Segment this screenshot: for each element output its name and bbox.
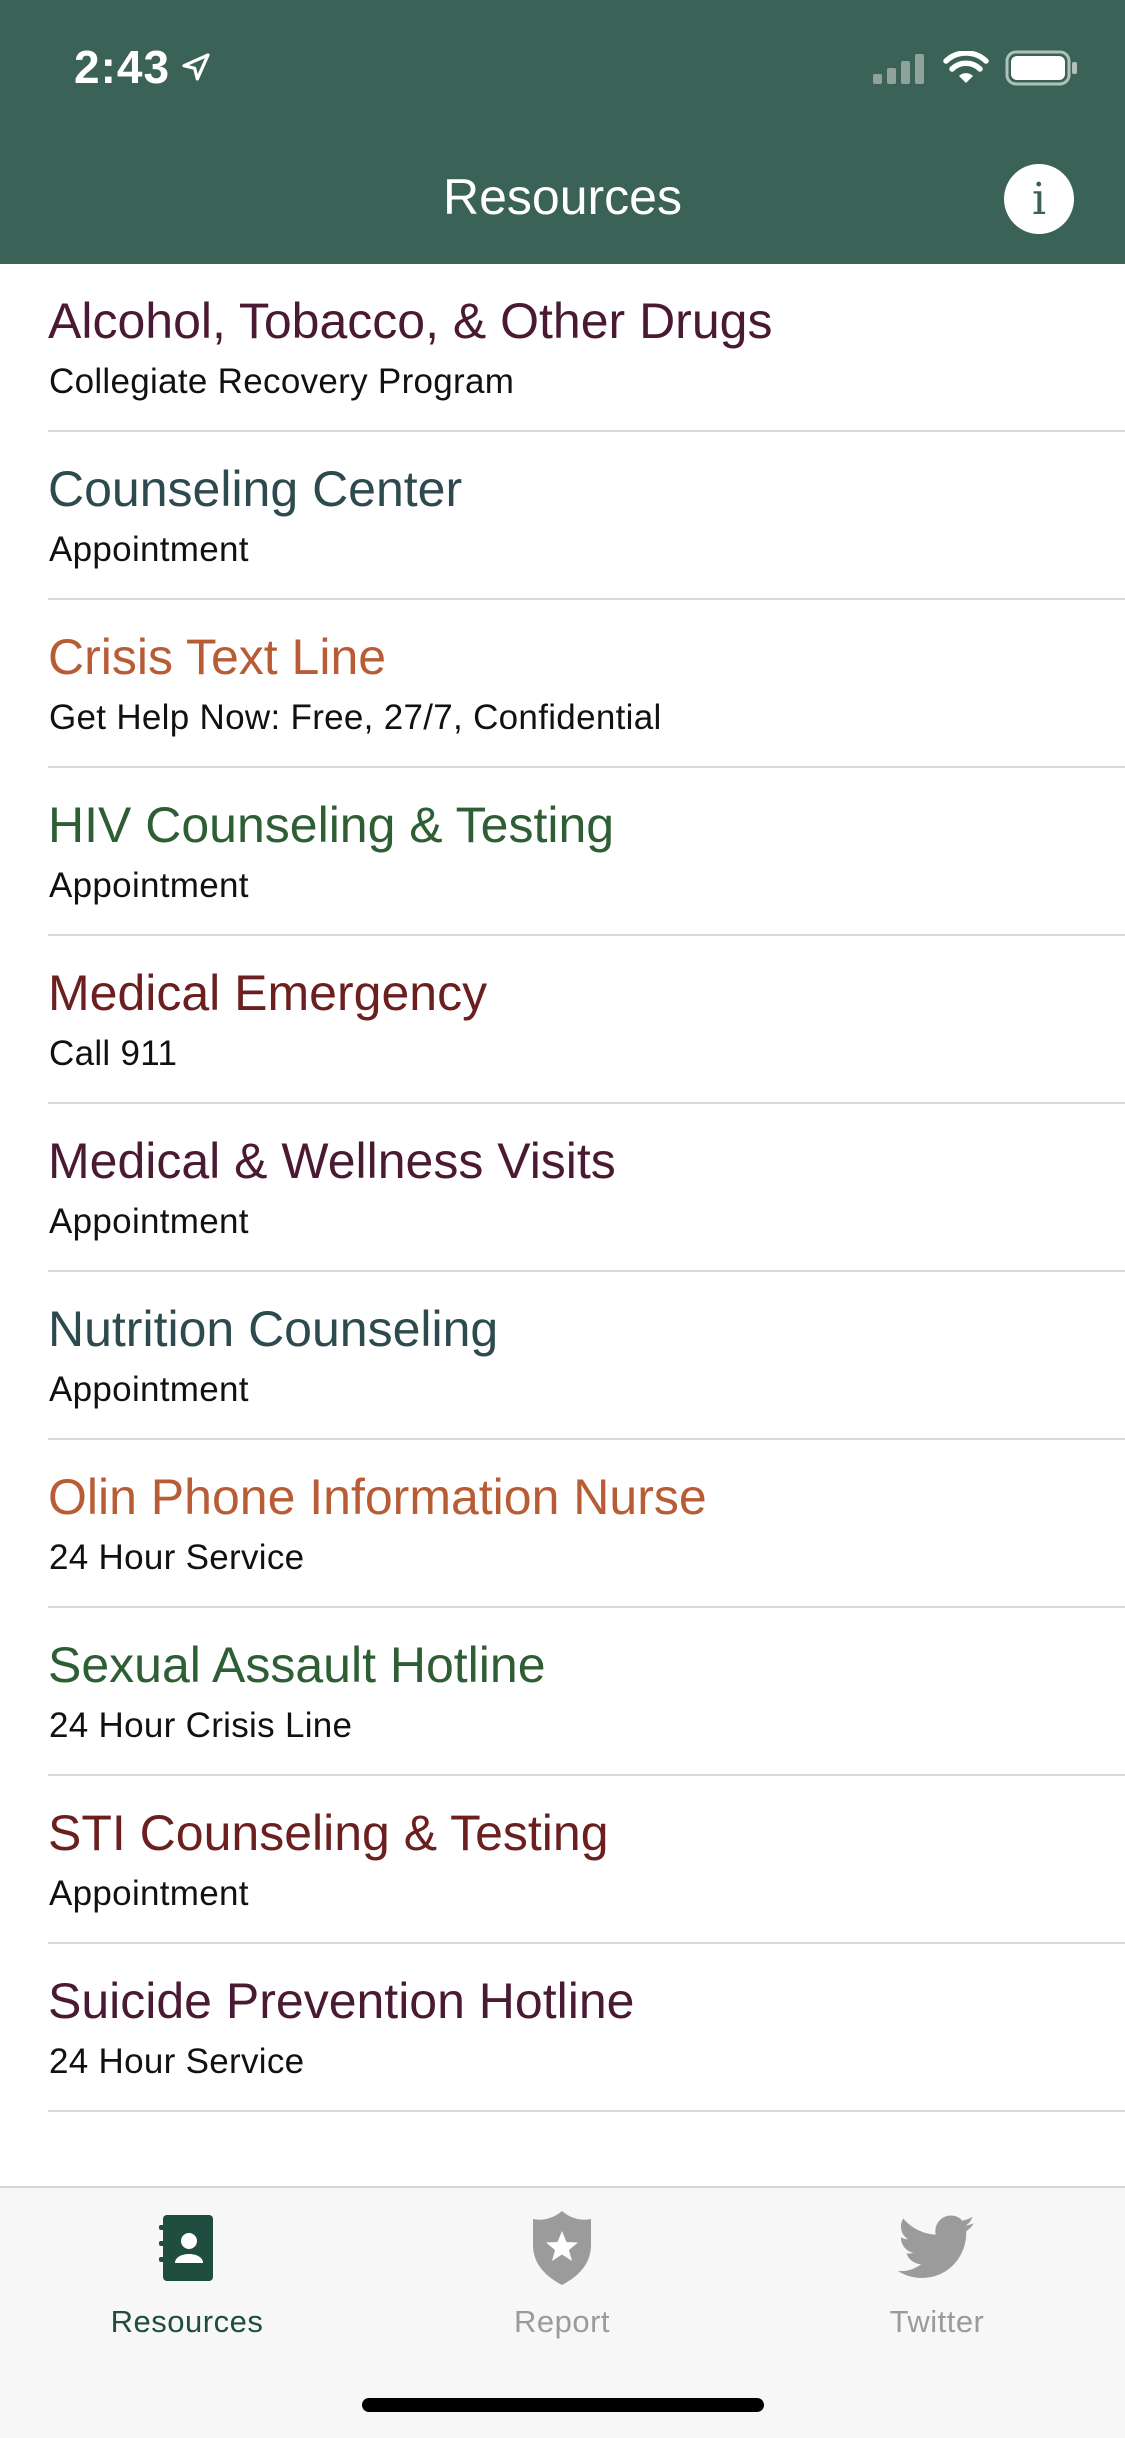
list-item[interactable]: Crisis Text Line Get Help Now: Free, 27/… xyxy=(0,600,1125,768)
resource-title: Suicide Prevention Hotline xyxy=(48,1973,635,2029)
contact-book-icon xyxy=(157,2208,217,2288)
resource-subtitle: 24 Hour Crisis Line xyxy=(49,1706,353,1745)
location-arrow-icon xyxy=(182,53,210,81)
info-button[interactable]: i xyxy=(1004,164,1074,234)
navigation-header: 2:43 Resources i xyxy=(0,0,1125,264)
police-badge-icon xyxy=(529,2208,595,2288)
resource-title: Nutrition Counseling xyxy=(48,1301,499,1357)
resource-subtitle: Appointment xyxy=(49,1370,249,1409)
resource-title: Alcohol, Tobacco, & Other Drugs xyxy=(48,293,773,349)
list-item[interactable]: Suicide Prevention Hotline 24 Hour Servi… xyxy=(0,1944,1125,2112)
status-time-text: 2:43 xyxy=(74,41,171,93)
resource-title: Medical Emergency xyxy=(48,965,488,1021)
list-item[interactable]: Alcohol, Tobacco, & Other Drugs Collegia… xyxy=(0,264,1125,432)
tab-label: Resources xyxy=(110,2304,264,2339)
list-item[interactable]: Sexual Assault Hotline 24 Hour Crisis Li… xyxy=(0,1608,1125,1776)
resource-title: Olin Phone Information Nurse xyxy=(48,1469,707,1525)
resource-subtitle: 24 Hour Service xyxy=(49,2042,305,2081)
resource-title: Counseling Center xyxy=(48,461,463,517)
resource-title: Crisis Text Line xyxy=(48,629,387,685)
resource-subtitle: Appointment xyxy=(49,866,249,905)
resource-subtitle: Appointment xyxy=(49,1202,249,1241)
list-item[interactable]: HIV Counseling & Testing Appointment xyxy=(0,768,1125,936)
list-item[interactable]: Nutrition Counseling Appointment xyxy=(0,1272,1125,1440)
resource-subtitle: Get Help Now: Free, 27/7, Confidential xyxy=(49,698,662,737)
resource-title: STI Counseling & Testing xyxy=(48,1805,609,1861)
resource-subtitle: 24 Hour Service xyxy=(49,1538,305,1577)
resource-title: Sexual Assault Hotline xyxy=(48,1637,546,1693)
wifi-icon xyxy=(943,51,989,83)
twitter-bird-icon xyxy=(898,2208,976,2288)
resource-subtitle: Call 911 xyxy=(49,1034,178,1073)
battery-icon xyxy=(1005,50,1077,86)
list-item[interactable]: Olin Phone Information Nurse 24 Hour Ser… xyxy=(0,1440,1125,1608)
list-item[interactable]: Medical Emergency Call 911 xyxy=(0,936,1125,1104)
resource-list: Alcohol, Tobacco, & Other Drugs Collegia… xyxy=(0,264,1125,2112)
resource-subtitle: Appointment xyxy=(49,530,249,569)
tab-label: Report xyxy=(513,2304,611,2339)
home-indicator[interactable] xyxy=(362,2398,764,2412)
list-item[interactable]: Counseling Center Appointment xyxy=(0,432,1125,600)
resource-subtitle: Collegiate Recovery Program xyxy=(49,362,515,401)
tab-label: Twitter xyxy=(889,2304,985,2339)
resource-title: HIV Counseling & Testing xyxy=(48,797,615,853)
info-icon: i xyxy=(1031,173,1047,225)
list-item[interactable]: Medical & Wellness Visits Appointment xyxy=(0,1104,1125,1272)
status-time: 2:43 xyxy=(74,40,212,94)
status-indicators xyxy=(873,50,1079,86)
resource-title: Medical & Wellness Visits xyxy=(48,1133,616,1189)
tab-resources[interactable]: Resources xyxy=(62,2208,312,2348)
tab-report[interactable]: Report xyxy=(437,2208,687,2348)
cellular-signal-icon xyxy=(873,54,924,84)
resource-subtitle: Appointment xyxy=(49,1874,249,1913)
list-item[interactable]: STI Counseling & Testing Appointment xyxy=(0,1776,1125,1944)
page-title: Resources xyxy=(443,169,682,225)
tab-twitter[interactable]: Twitter xyxy=(812,2208,1062,2348)
